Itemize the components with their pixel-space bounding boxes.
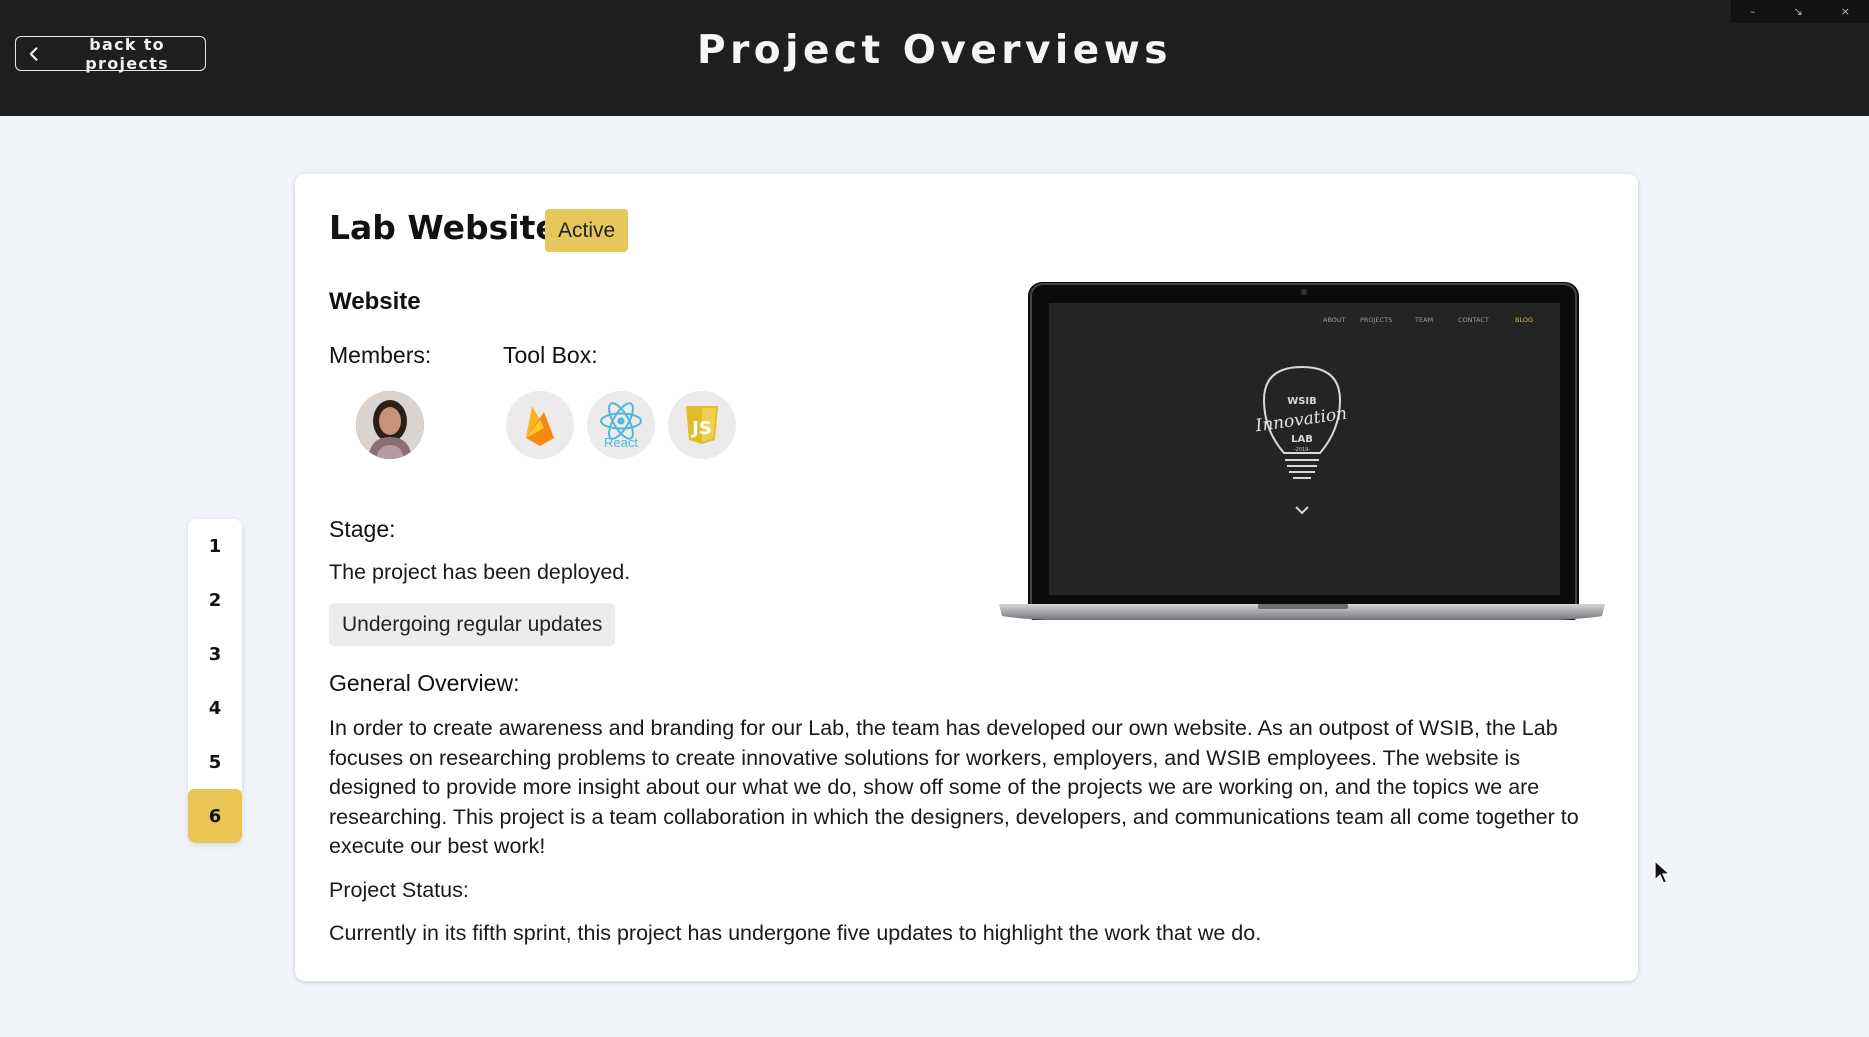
preview-logo-lab: LAB — [1291, 434, 1313, 445]
javascript-icon: JS — [668, 391, 736, 459]
members-label: Members: — [329, 342, 432, 368]
page-6-button[interactable]: 6 — [188, 789, 242, 843]
project-status-label: Project Status: — [329, 878, 469, 902]
mouse-cursor-icon — [1654, 860, 1672, 884]
react-caption: React — [604, 434, 638, 450]
stage-label: Stage: — [329, 516, 396, 542]
page-title: Project Overviews — [696, 28, 1172, 73]
page-3-button[interactable]: 3 — [188, 627, 242, 681]
status-badge: Active — [545, 209, 629, 252]
laptop-screenshot: ABOUT PROJECTS TEAM CONTACT BLOG WSIB In… — [999, 282, 1605, 620]
project-card: Lab Website Active Website Members: Tool… — [295, 174, 1638, 981]
minimize-icon[interactable]: – — [1750, 5, 1756, 18]
project-category: Website — [329, 288, 421, 315]
svg-text:JS: JS — [690, 418, 712, 439]
project-status-text: Currently in its fifth sprint, this proj… — [329, 921, 1262, 945]
overview-text: In order to create awareness and brandin… — [329, 716, 1579, 858]
preview-logo-year: -2019- — [1294, 447, 1311, 453]
window-controls: – ↘ × — [1731, 0, 1869, 23]
overview-label: General Overview: — [329, 670, 520, 696]
person-icon — [356, 391, 424, 459]
preview-nav-about: ABOUT — [1323, 316, 1346, 324]
page-4-button[interactable]: 4 — [188, 681, 242, 735]
react-icon: React — [587, 391, 655, 459]
project-title: Lab Website — [329, 208, 558, 247]
toolbox-label: Tool Box: — [503, 342, 598, 368]
preview-nav-team: TEAM — [1414, 316, 1433, 324]
page-2-button[interactable]: 2 — [188, 573, 242, 627]
top-bar: back to projects Project Overviews – ↘ × — [0, 0, 1869, 116]
preview-logo-wsib: WSIB — [1287, 396, 1317, 407]
page-1-button[interactable]: 1 — [188, 519, 242, 573]
close-icon[interactable]: × — [1841, 5, 1850, 18]
preview-nav-contact: CONTACT — [1458, 316, 1489, 324]
member-avatar[interactable] — [356, 391, 424, 459]
firebase-icon — [506, 391, 574, 459]
shrink-icon[interactable]: ↘ — [1794, 5, 1803, 18]
preview-nav-blog: BLOG — [1515, 316, 1533, 324]
page-5-button[interactable]: 5 — [188, 735, 242, 789]
stage-text: The project has been deployed. — [329, 560, 631, 584]
preview-nav-projects: PROJECTS — [1360, 316, 1392, 324]
project-pager: 1 2 3 4 5 6 — [188, 519, 242, 843]
update-tag: Undergoing regular updates — [329, 603, 616, 646]
